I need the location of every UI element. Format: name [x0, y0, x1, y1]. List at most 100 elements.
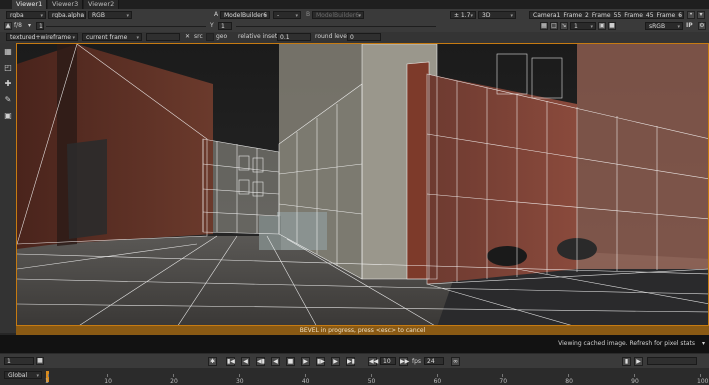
skip-back-button[interactable]: ◀◀ — [368, 357, 378, 366]
transform-icon[interactable]: ✚ — [3, 79, 13, 89]
round-level-label: round level — [315, 33, 349, 40]
timeline-tick-mark — [107, 374, 109, 377]
square-select-icon[interactable]: ▣ — [3, 111, 13, 121]
stop-button[interactable]: ■ — [286, 357, 295, 366]
cache-message: Viewing cached image. Refresh for pixel … — [558, 340, 695, 347]
dumpster-2 — [259, 216, 281, 250]
close-icon[interactable]: ✕ — [185, 33, 190, 41]
select-icon[interactable]: ◰ — [3, 63, 13, 73]
zoom-dropdown[interactable]: ± 1.7 ▾ — [450, 11, 476, 19]
relative-inset-field[interactable]: 0.1 — [277, 33, 311, 41]
display-mode-dropdown[interactable]: textured+wireframe ▾ — [6, 33, 78, 41]
lock-icon[interactable]: ■ — [36, 357, 44, 365]
brush-icon[interactable]: ✎ — [3, 95, 13, 105]
in-point-button[interactable]: ▮ — [622, 357, 631, 366]
timeline-tick-mark — [436, 374, 438, 377]
camera-menu-icon[interactable]: ▾ — [697, 11, 705, 19]
viewer-input-process-icon[interactable]: □ — [550, 22, 558, 30]
view-number-dropdown[interactable]: 1 ▾ — [570, 22, 596, 30]
playback-settings-icon[interactable]: ✱ — [208, 357, 217, 366]
dumpster-1 — [277, 212, 327, 250]
gain-field[interactable]: 1 — [36, 22, 44, 30]
tab-viewer1[interactable]: Viewer1 — [12, 0, 48, 9]
channels-dropdown[interactable]: rgba ▾ — [6, 11, 46, 19]
timeline-tick-mark — [304, 374, 306, 377]
first-frame-button[interactable]: ▮◀ — [226, 357, 235, 366]
current-frame-field[interactable]: 1 — [4, 357, 34, 365]
timeline-tick-mark — [370, 374, 372, 377]
prev-keyframe-button[interactable]: ◀ — [241, 357, 250, 366]
tab-viewer2[interactable]: Viewer2 — [84, 0, 120, 9]
viewer-3d-viewport[interactable] — [16, 43, 709, 326]
timeline-tick-mark — [238, 374, 240, 377]
tab-viewer3[interactable]: Viewer3 — [48, 0, 84, 9]
step-forward-button[interactable]: ▮▶ — [316, 357, 325, 366]
timeline-tick-mark — [173, 374, 175, 377]
b-input-dropdown[interactable]: ModelBuilder6 ▾ — [312, 11, 364, 19]
timeline-tick-label: 100 — [697, 378, 709, 385]
gamma-field[interactable]: 1 — [218, 22, 232, 30]
src-label: src — [194, 33, 203, 40]
timeline-tick-mark — [48, 374, 49, 377]
end-frame-field[interactable] — [647, 357, 697, 365]
view-mode-dropdown[interactable]: 3D ▾ — [478, 11, 516, 19]
step-back-button[interactable]: ◀▮ — [256, 357, 265, 366]
timeline-tick-label: 90 — [631, 378, 639, 385]
colorspace-dropdown[interactable]: RGB ▾ — [88, 11, 132, 19]
loop-mode-icon[interactable]: ∞ — [451, 357, 460, 366]
input-process-label[interactable]: IP — [686, 22, 693, 30]
frame-increment-field[interactable]: 10 — [380, 357, 396, 365]
range-mode-dropdown[interactable]: Global ▾ — [4, 371, 42, 379]
play-forward-button[interactable]: ▶ — [301, 357, 310, 366]
round-level-field[interactable]: 0 — [347, 33, 381, 41]
a-input-dropdown[interactable]: ModelBuilder6 ▾ — [220, 11, 270, 19]
skip-forward-button[interactable]: ▶▶ — [399, 357, 409, 366]
viewer-tab-bar: Viewer1 Viewer3 Viewer2 — [0, 0, 709, 9]
gain-toggle-icon[interactable]: ▲ — [4, 22, 12, 30]
timeline-tick-label: 40 — [301, 378, 310, 385]
viewer-settings-icon[interactable]: ⚙ — [698, 22, 706, 30]
timeline-tick-label: 1 — [45, 378, 49, 385]
timeline-tick-mark — [568, 374, 570, 377]
timeline-tick-mark — [634, 374, 636, 377]
collapse-icon[interactable]: ▾ — [702, 340, 705, 348]
geo-checkbox[interactable] — [206, 33, 214, 41]
b-input-label: B — [306, 11, 311, 18]
play-backward-button[interactable]: ◀ — [271, 357, 280, 366]
progress-text: BEVEL in progress, press <esc> to cancel — [299, 327, 426, 334]
out-point-button[interactable]: ▶ — [634, 357, 643, 366]
timeline-tick-label: 50 — [367, 378, 376, 385]
timeline-tick-mark — [700, 374, 701, 377]
alley-scene — [17, 44, 708, 325]
relative-inset-label: relative inset — [238, 33, 278, 40]
gamma-label: Y — [210, 22, 214, 29]
frame-mode-dropdown[interactable]: current frame ▾ — [82, 33, 142, 41]
clipping-warning-icon[interactable]: ■ — [608, 22, 616, 30]
roi-icon[interactable]: ▣ — [598, 22, 606, 30]
next-keyframe-button[interactable]: ▶ — [331, 357, 340, 366]
timeline-bar[interactable]: Global ▾ 1 10 20 30 40 50 60 70 80 90 100 — [0, 368, 709, 385]
lut-dropdown[interactable]: sRGB ▾ — [645, 22, 683, 30]
render-mode-icon[interactable]: ▦ — [3, 47, 13, 57]
viewer-tool-sidebar: ▦ ◰ ✚ ✎ ▣ — [0, 43, 17, 333]
timeline-tick-label: 30 — [235, 378, 244, 385]
merge-op-dropdown[interactable]: - ▾ — [273, 11, 301, 19]
camera-lock-icon[interactable]: • — [687, 11, 695, 19]
fstop-arrow-icon[interactable]: ▾ — [28, 22, 31, 30]
proxy-icon[interactable]: ▦ — [540, 22, 548, 30]
a-input-label: A — [214, 11, 219, 18]
alpha-channel-dropdown[interactable]: rgba.alpha ▾ — [48, 11, 86, 19]
downscale-icon[interactable]: ↘ — [560, 22, 568, 30]
gain-slider-track[interactable] — [46, 26, 206, 27]
camera-dropdown[interactable]: Camera1_Frame_2_Frame_55_Frame_45_Frame_… — [529, 11, 684, 19]
frame-field[interactable] — [146, 33, 180, 41]
motorcycle-1 — [487, 246, 527, 266]
fps-field[interactable]: 24 — [424, 357, 444, 365]
gamma-slider-track[interactable] — [236, 26, 436, 27]
fstop-label: f/8 — [14, 22, 22, 29]
bevel-progress-bar: BEVEL in progress, press <esc> to cancel — [16, 326, 709, 335]
last-frame-button[interactable]: ▶▮ — [346, 357, 355, 366]
timeline-tick-label: 20 — [170, 378, 178, 385]
timeline-tick-label: 10 — [104, 378, 112, 385]
playback-controls: 1 ■ ✱ ▮◀ ◀ ◀▮ ◀ ■ ▶ ▮▶ ▶ ▶▮ ◀◀ 10 ▶▶ fps… — [0, 353, 709, 369]
